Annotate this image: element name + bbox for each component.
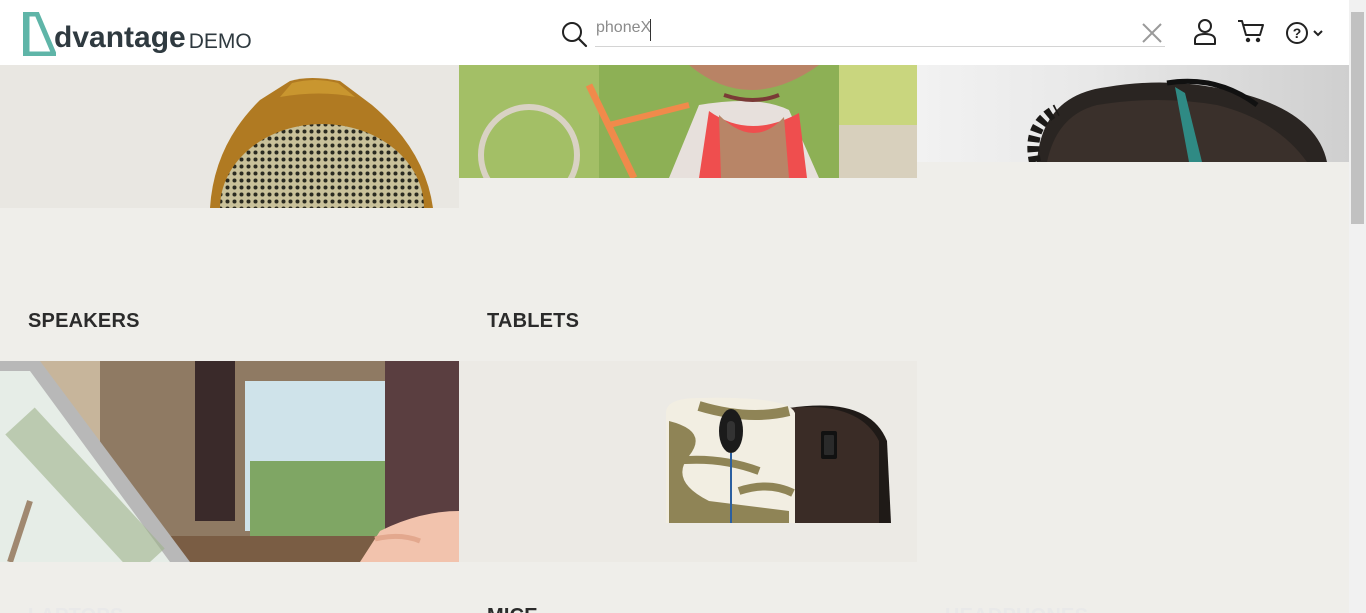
search-input[interactable] <box>595 16 1165 47</box>
help-icon[interactable]: ? <box>1285 21 1325 45</box>
mice-photo <box>666 397 891 523</box>
category-grid: SPEAKERS TABLETS <box>0 65 1349 613</box>
speaker-illustration <box>210 78 433 208</box>
clear-icon[interactable] <box>1140 21 1164 45</box>
category-label-tablets[interactable]: TABLETS <box>487 310 579 333</box>
tablets-image[interactable] <box>459 65 917 178</box>
mice-image[interactable] <box>459 361 917 562</box>
logo-word: dvantage <box>54 21 186 54</box>
laptops-image[interactable] <box>0 361 459 562</box>
chevron-down-icon <box>1313 30 1323 37</box>
category-label-headphones[interactable]: HEADPHONES <box>945 605 1088 613</box>
category-label-mice[interactable]: MICE <box>487 605 538 613</box>
logo-mark-icon <box>23 12 56 56</box>
headphones-image[interactable] <box>917 65 1349 162</box>
laptop-lifestyle-photo <box>0 361 459 562</box>
site-logo[interactable]: dvantage DEMO <box>23 10 252 56</box>
cart-icon[interactable] <box>1237 19 1265 45</box>
logo-suffix: DEMO <box>188 30 252 53</box>
top-header: dvantage DEMO ? <box>0 0 1349 65</box>
scrollbar-thumb[interactable] <box>1351 12 1364 224</box>
tablet-lifestyle-photo <box>459 65 917 178</box>
text-caret <box>650 19 651 41</box>
search-icon[interactable] <box>560 20 588 48</box>
speakers-image[interactable] <box>0 65 459 208</box>
svg-text:?: ? <box>1293 25 1302 41</box>
category-label-laptops[interactable]: LAPTOPS <box>28 605 124 613</box>
category-label-speakers[interactable]: SPEAKERS <box>28 310 140 333</box>
user-icon[interactable] <box>1192 18 1218 46</box>
page-scrollbar[interactable] <box>1349 0 1366 613</box>
headphones-photo <box>1027 78 1327 162</box>
